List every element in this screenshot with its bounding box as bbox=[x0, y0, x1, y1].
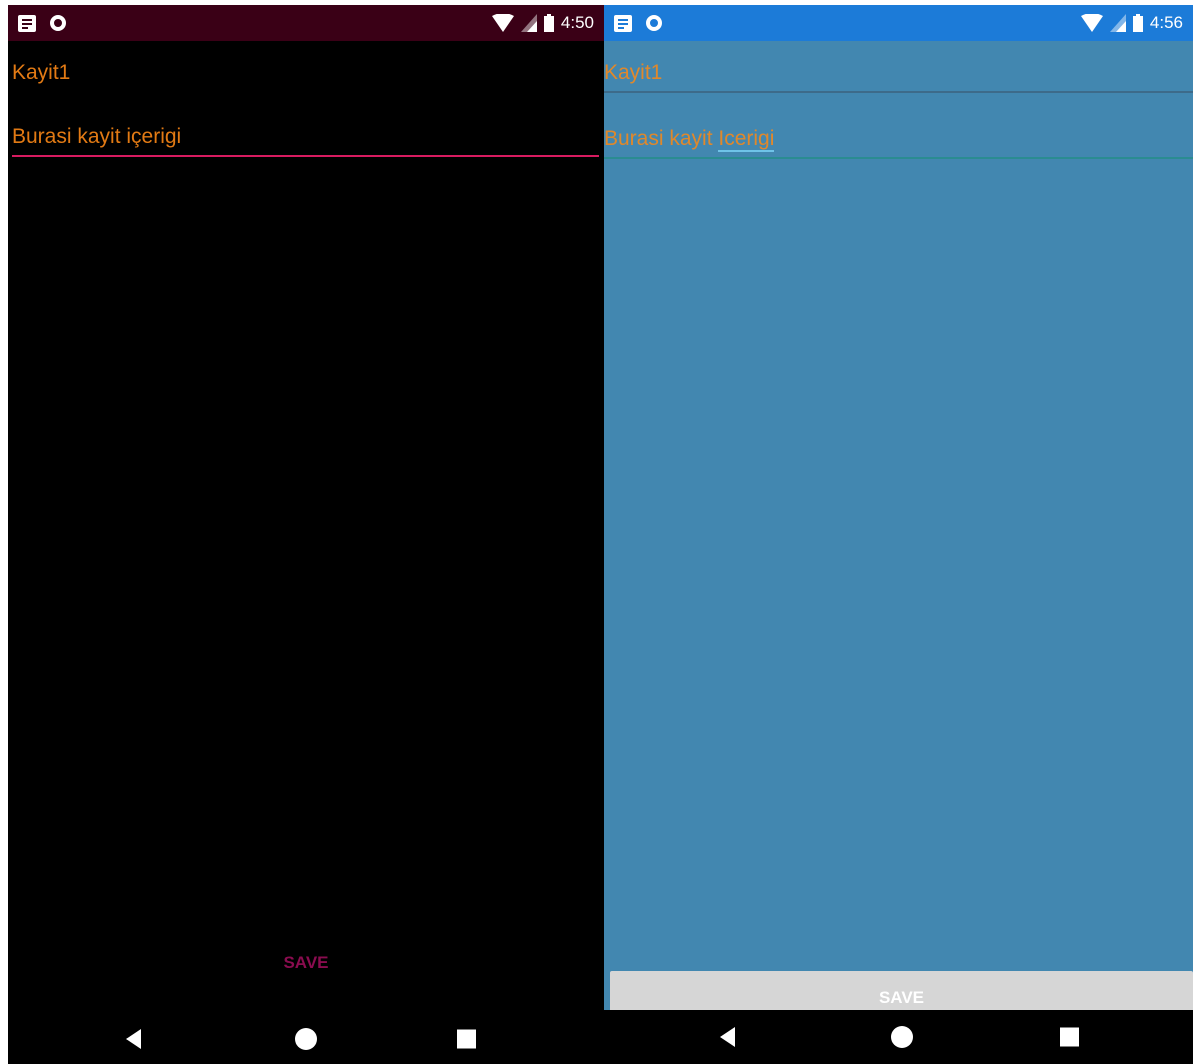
status-bar: 4:50 bbox=[8, 5, 604, 41]
sync-circle-icon bbox=[646, 15, 662, 31]
title-input[interactable]: Kayit1 bbox=[12, 61, 599, 91]
title-input[interactable]: Kayit1 bbox=[604, 61, 1193, 93]
recents-square-icon[interactable] bbox=[457, 1029, 476, 1049]
edit-form: Kayit1 Burasi kayit Icerigi SAVE bbox=[604, 41, 1193, 1025]
recents-square-icon[interactable] bbox=[1060, 1027, 1079, 1047]
navigation-bar bbox=[604, 1010, 1193, 1064]
back-triangle-icon[interactable] bbox=[720, 1027, 735, 1047]
content-input[interactable]: Burasi kayit Icerigi bbox=[604, 127, 1193, 159]
signal-icon bbox=[1109, 14, 1126, 32]
notes-icon bbox=[18, 14, 36, 32]
home-circle-icon[interactable] bbox=[295, 1028, 317, 1050]
left-phone-screen: 4:50 Kayit1 Burasi kayit içerigi SAVE bbox=[8, 5, 604, 1064]
navigation-bar bbox=[8, 1014, 604, 1064]
save-button[interactable]: SAVE bbox=[8, 948, 604, 978]
status-time: 4:56 bbox=[1149, 13, 1183, 32]
home-circle-icon[interactable] bbox=[891, 1026, 913, 1048]
notes-icon bbox=[614, 14, 632, 32]
spellcheck-underlined-word: Icerigi bbox=[718, 127, 775, 152]
signal-icon bbox=[520, 14, 537, 32]
right-phone-screen: 4:56 Kayit1 Burasi kayit Icerigi SAVE bbox=[604, 5, 1193, 1064]
wifi-icon bbox=[491, 14, 514, 32]
status-time: 4:50 bbox=[560, 13, 594, 32]
battery-icon bbox=[1132, 14, 1143, 32]
edit-form: Kayit1 Burasi kayit içerigi SAVE bbox=[8, 41, 604, 1014]
back-triangle-icon[interactable] bbox=[126, 1029, 141, 1049]
wifi-icon bbox=[1080, 14, 1103, 32]
sync-circle-icon bbox=[50, 15, 66, 31]
status-bar: 4:56 bbox=[604, 5, 1193, 41]
content-text: Burasi kayit bbox=[604, 127, 719, 150]
content-input[interactable]: Burasi kayit içerigi bbox=[12, 125, 599, 157]
battery-icon bbox=[543, 14, 554, 32]
